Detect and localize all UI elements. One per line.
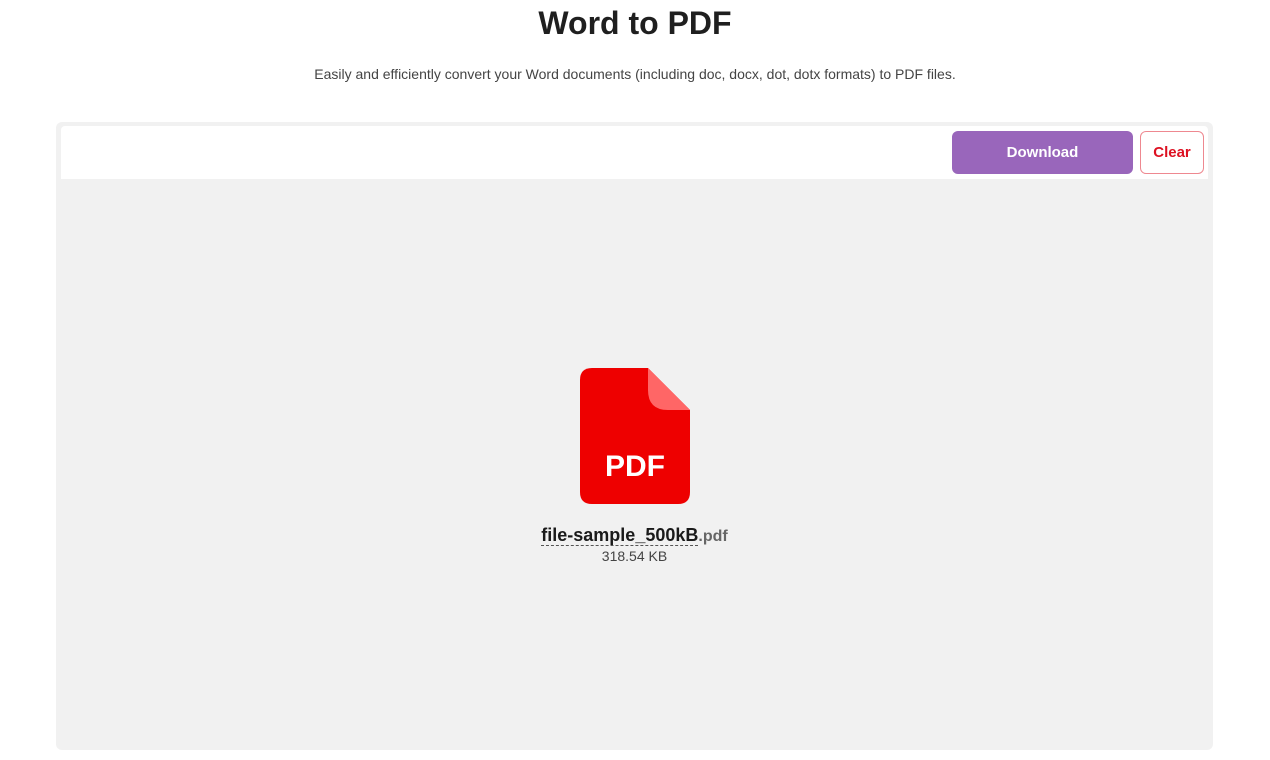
pdf-file-icon: PDF	[579, 368, 690, 504]
page-subtitle: Easily and efficiently convert your Word…	[314, 66, 956, 82]
file-name-base[interactable]: file-sample_500kB	[541, 525, 699, 546]
conversion-panel: Download Clear PDF file-sample_500kB.pdf…	[56, 122, 1213, 750]
toolbar: Download Clear	[61, 126, 1208, 179]
pdf-icon-label: PDF	[605, 450, 665, 483]
clear-button[interactable]: Clear	[1140, 131, 1204, 174]
file-name-extension: .pdf	[698, 528, 728, 545]
file-card[interactable]: PDF file-sample_500kB.pdf 318.54 KB	[56, 368, 1213, 564]
page-title: Word to PDF	[538, 5, 732, 41]
page: Word to PDF Easily and efficiently conve…	[0, 0, 1270, 760]
file-size: 318.54 KB	[601, 548, 668, 564]
download-button[interactable]: Download	[952, 131, 1133, 174]
file-name: file-sample_500kB.pdf	[56, 524, 1213, 548]
